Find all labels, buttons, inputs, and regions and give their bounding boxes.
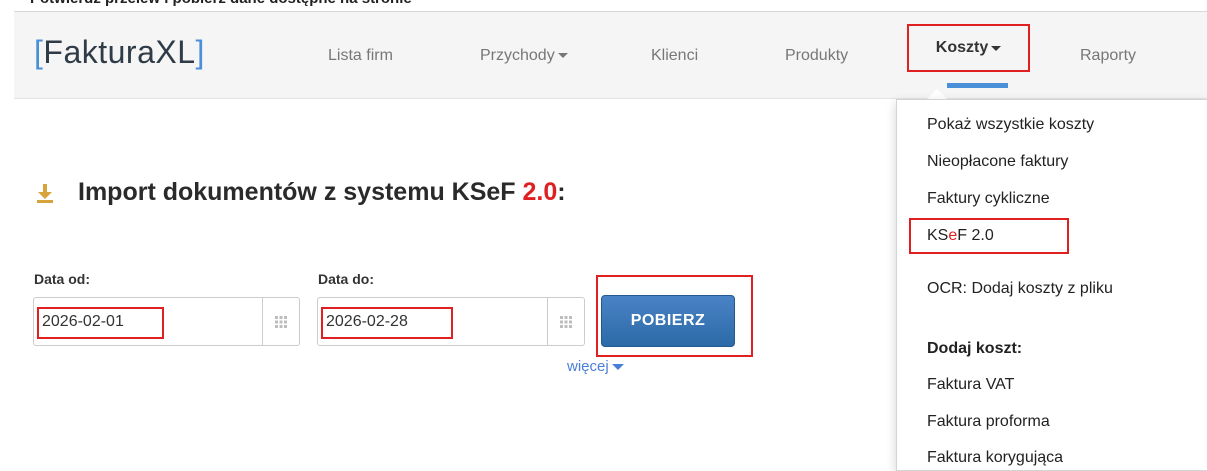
- nav-przychody[interactable]: Przychody: [480, 47, 568, 65]
- menu-item-recurring-invoices[interactable]: Faktury cykliczne: [927, 190, 1050, 208]
- download-icon: [37, 184, 53, 203]
- brand-name: FakturaXL: [43, 34, 196, 70]
- menu-item-unpaid-invoices[interactable]: Nieopłacone faktury: [927, 153, 1068, 171]
- nav-lista-firm[interactable]: Lista firm: [328, 47, 393, 65]
- nav-label: Lista firm: [328, 47, 393, 64]
- menu-header-add-cost: Dodaj koszt:: [927, 340, 1023, 357]
- page-title-version: 2.0: [522, 178, 558, 206]
- menu-item-ksef[interactable]: KSeF 2.0: [927, 227, 994, 245]
- more-link[interactable]: więcej: [567, 358, 624, 375]
- ksef-suffix: F 2.0: [957, 227, 994, 244]
- calendar-icon: [560, 315, 572, 328]
- more-link-label: więcej: [567, 358, 609, 375]
- menu-item-ocr[interactable]: OCR: Dodaj koszty z pliku: [927, 280, 1113, 298]
- nav-raporty[interactable]: Raporty: [1080, 47, 1136, 65]
- nav-klienci[interactable]: Klienci: [651, 47, 698, 65]
- active-tab-indicator: [947, 83, 1008, 88]
- nav-label: Produkty: [785, 47, 849, 64]
- chevron-down-icon: [557, 53, 568, 59]
- highlight-box: [37, 307, 164, 339]
- chevron-down-icon: [991, 45, 1002, 51]
- page-title-suffix: :: [557, 178, 566, 206]
- ksef-prefix: KS: [927, 227, 949, 244]
- menu-item-show-all-costs[interactable]: Pokaż wszystkie koszty: [927, 116, 1094, 134]
- date-from-calendar-button[interactable]: [262, 298, 299, 345]
- date-to-label: Data do:: [318, 271, 374, 287]
- page-title: Import dokumentów z systemu KSeF 2.0:: [78, 178, 566, 207]
- menu-item-proforma-invoice[interactable]: Faktura proforma: [927, 413, 1050, 431]
- chevron-down-icon: [611, 364, 624, 371]
- date-to-calendar-button[interactable]: [547, 298, 584, 345]
- nav-label: Raporty: [1080, 47, 1137, 64]
- nav-label: Przychody: [480, 47, 555, 64]
- ksef-accent: e: [948, 227, 958, 244]
- menu-item-vat-invoice[interactable]: Faktura VAT: [927, 376, 1014, 394]
- koszty-dropdown-menu: Pokaż wszystkie koszty Nieopłacone faktu…: [896, 99, 1207, 471]
- brand-bracket-close: ]: [195, 34, 205, 70]
- dropdown-arrow: [927, 89, 947, 99]
- brand-logo[interactable]: [FakturaXL]: [34, 34, 205, 71]
- date-from-label: Data od:: [34, 271, 90, 287]
- brand-bracket-open: [: [34, 34, 44, 70]
- highlight-box: [321, 307, 453, 339]
- pobierz-button[interactable]: POBIERZ: [601, 295, 735, 347]
- nav-label: Koszty: [935, 39, 989, 56]
- nav-koszty[interactable]: Koszty: [907, 24, 1030, 72]
- page-title-text: Import dokumentów z systemu KSeF: [78, 178, 523, 206]
- top-caption: Potwierdź przelew i pobierz dane dostępn…: [30, 0, 412, 8]
- nav-produkty[interactable]: Produkty: [785, 47, 848, 65]
- navbar: [FakturaXL] Lista firm Przychody Klienci…: [14, 12, 1207, 99]
- nav-label: Klienci: [651, 47, 699, 64]
- calendar-icon: [275, 315, 287, 328]
- menu-item-correction-invoice[interactable]: Faktura korygująca: [927, 449, 1063, 467]
